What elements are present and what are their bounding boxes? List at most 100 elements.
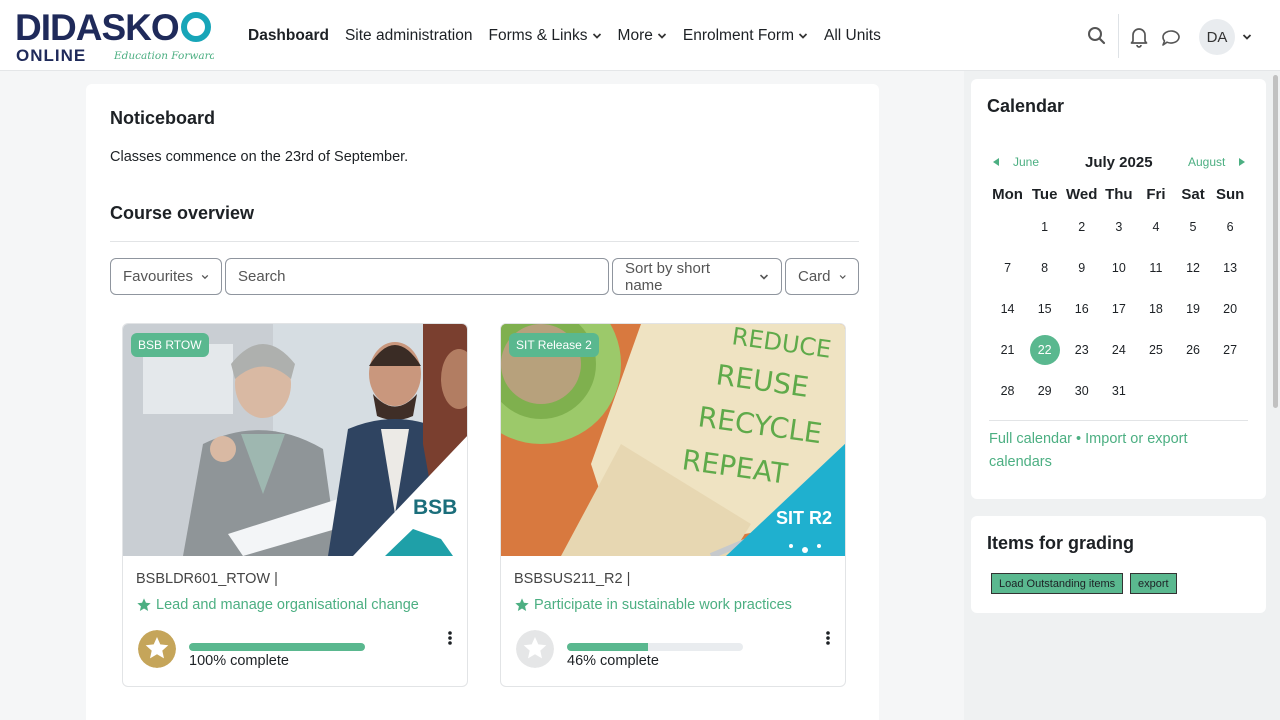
calendar-day[interactable]: 5 bbox=[1174, 220, 1211, 234]
nav-item-site-administration[interactable]: Site administration bbox=[345, 27, 473, 45]
bell-icon[interactable] bbox=[1127, 25, 1151, 49]
calendar-day[interactable]: 6 bbox=[1212, 220, 1249, 234]
course-fullname: Lead and manage organisational change bbox=[156, 597, 419, 613]
nav-item-all-units[interactable]: All Units bbox=[824, 27, 881, 45]
weekday-label: Fri bbox=[1146, 185, 1166, 203]
load-outstanding-button[interactable]: Load Outstanding items bbox=[991, 573, 1124, 594]
calendar-day[interactable]: 29 bbox=[1026, 384, 1063, 398]
calendar-day[interactable]: 30 bbox=[1063, 384, 1100, 398]
calendar-day[interactable]: 12 bbox=[1174, 261, 1211, 275]
full-calendar-link[interactable]: Full calendar bbox=[989, 431, 1072, 447]
calendar-day[interactable]: 1 bbox=[1026, 220, 1063, 234]
noticeboard-text: Classes commence on the 23rd of Septembe… bbox=[110, 149, 409, 165]
nav-item-forms-links[interactable]: Forms & Links bbox=[488, 27, 601, 45]
course-card[interactable]: REDUCE REUSE RECYCLE REPEAT SIT R2 SIT R… bbox=[500, 323, 846, 687]
calendar-next-label: August bbox=[1188, 155, 1226, 169]
chevron-down-icon bbox=[759, 273, 769, 280]
calendar-day[interactable]: 23 bbox=[1063, 343, 1100, 357]
nav-item-label: Forms & Links bbox=[488, 26, 588, 44]
calendar-day[interactable]: 7 bbox=[989, 261, 1026, 275]
course-category-badge: BSB RTOW bbox=[131, 333, 209, 357]
course-fullname-link[interactable]: Lead and manage organisational change bbox=[136, 597, 419, 613]
calendar-day[interactable]: 18 bbox=[1137, 302, 1174, 316]
messages-icon[interactable] bbox=[1159, 26, 1183, 50]
site-logo[interactable]: DIDASKO ONLINE Education Forward bbox=[14, 7, 217, 65]
grouping-value: Favourites bbox=[123, 268, 194, 285]
user-menu-chevron-down-icon[interactable] bbox=[1242, 32, 1252, 42]
calendar-day[interactable]: 17 bbox=[1100, 302, 1137, 316]
calendar-day[interactable]: 8 bbox=[1026, 261, 1063, 275]
grading-block: Items for grading Load Outstanding items… bbox=[971, 516, 1266, 613]
search-icon[interactable] bbox=[1085, 24, 1109, 48]
nav-item-more[interactable]: More bbox=[618, 27, 667, 45]
course-fullname: Participate in sustainable work practice… bbox=[534, 597, 792, 613]
calendar-day[interactable]: 15 bbox=[1026, 302, 1063, 316]
progress-fill bbox=[189, 643, 365, 651]
export-button[interactable]: export bbox=[1130, 573, 1177, 594]
course-image[interactable]: BSB BSB RTOW bbox=[123, 324, 467, 556]
calendar-weekday-row: Mon Tue Wed Thu Fri Sat Sun bbox=[989, 182, 1249, 206]
course-image[interactable]: REDUCE REUSE RECYCLE REPEAT SIT R2 SIT R… bbox=[501, 324, 845, 556]
calendar-day[interactable]: 10 bbox=[1100, 261, 1137, 275]
chevron-down-icon bbox=[798, 32, 808, 39]
sort-dropdown[interactable]: Sort by short name bbox=[612, 258, 782, 295]
calendar-day[interactable]: 21 bbox=[989, 343, 1026, 357]
calendar-block: Calendar June July 2025 August Mon Tue Wed… bbox=[971, 79, 1266, 499]
calendar-day[interactable]: 20 bbox=[1212, 302, 1249, 316]
calendar-day[interactable]: 19 bbox=[1174, 302, 1211, 316]
noticeboard-title: Noticeboard bbox=[110, 108, 216, 128]
calendar-current-month: July 2025 bbox=[1085, 154, 1153, 171]
calendar-day[interactable]: 4 bbox=[1137, 220, 1174, 234]
favourite-star-icon bbox=[137, 598, 151, 611]
calendar-day[interactable]: 22 bbox=[1026, 334, 1063, 365]
progress-text: 100% complete bbox=[189, 653, 289, 669]
calendar-day[interactable]: 9 bbox=[1063, 261, 1100, 275]
course-actions-kebab-icon[interactable] bbox=[445, 630, 455, 646]
caret-right-icon bbox=[1239, 158, 1246, 166]
calendar-day[interactable]: 2 bbox=[1063, 220, 1100, 234]
link-separator: • bbox=[1072, 431, 1086, 447]
calendar-next-link[interactable]: August bbox=[1188, 155, 1247, 169]
calendar-day[interactable]: 26 bbox=[1174, 343, 1211, 357]
calendar-prev-link[interactable]: June bbox=[991, 155, 1039, 169]
nav-item-dashboard[interactable]: Dashboard bbox=[248, 27, 329, 45]
calendar-day[interactable]: 28 bbox=[989, 384, 1026, 398]
calendar-day[interactable]: 14 bbox=[989, 302, 1026, 316]
chevron-down-icon bbox=[592, 32, 601, 39]
primary-nav: Dashboard Site administration Forms & Link… bbox=[248, 0, 897, 71]
course-fullname-link[interactable]: Participate in sustainable work practice… bbox=[514, 597, 792, 613]
view-value: Card bbox=[798, 268, 831, 285]
calendar-day[interactable]: 3 bbox=[1100, 220, 1137, 234]
calendar-day[interactable]: 11 bbox=[1137, 261, 1174, 275]
nav-item-enrolment-form[interactable]: Enrolment Form bbox=[683, 27, 808, 45]
view-dropdown[interactable]: Card bbox=[785, 258, 859, 295]
calendar-day[interactable]: 31 bbox=[1100, 384, 1137, 398]
calendar-week-row: 28 29 30 31 bbox=[989, 370, 1249, 411]
weekday-label: Sun bbox=[1215, 185, 1245, 203]
course-actions-kebab-icon[interactable] bbox=[823, 630, 833, 646]
completion-star-icon bbox=[138, 630, 176, 668]
calendar-today[interactable]: 22 bbox=[1029, 334, 1060, 365]
course-shortname: BSBLDR601_RTOW | bbox=[136, 571, 278, 587]
calendar-day[interactable]: 25 bbox=[1137, 343, 1174, 357]
search-placeholder: Search bbox=[238, 268, 286, 285]
grouping-dropdown[interactable]: Favourites bbox=[110, 258, 222, 295]
search-input[interactable]: Search bbox=[225, 258, 609, 295]
calendar-day[interactable]: 13 bbox=[1212, 261, 1249, 275]
completion-star-icon bbox=[516, 630, 554, 668]
calendar-week-row: 21 22 23 24 25 26 27 bbox=[989, 329, 1249, 370]
grading-title: Items for grading bbox=[987, 533, 1135, 553]
calendar-prev-label: June bbox=[1013, 155, 1040, 169]
calendar-week-row: 123456 bbox=[989, 206, 1249, 247]
weekday-label: Tue bbox=[1031, 185, 1058, 203]
calendar-day[interactable]: 24 bbox=[1100, 343, 1137, 357]
calendar-day[interactable]: 27 bbox=[1212, 343, 1249, 357]
course-image-label: BSB bbox=[413, 496, 457, 519]
calendar-week-row: 7 8 9 10 11 12 13 bbox=[989, 247, 1249, 288]
scrollbar[interactable] bbox=[1273, 75, 1278, 408]
weekday-label: Thu bbox=[1105, 185, 1133, 203]
brand-name-top: DIDASKO bbox=[15, 8, 179, 48]
calendar-day[interactable]: 16 bbox=[1063, 302, 1100, 316]
course-card[interactable]: BSB BSB RTOW BSBLDR601_RTOW | Lead and m… bbox=[122, 323, 468, 687]
user-avatar[interactable]: DA bbox=[1199, 19, 1235, 55]
